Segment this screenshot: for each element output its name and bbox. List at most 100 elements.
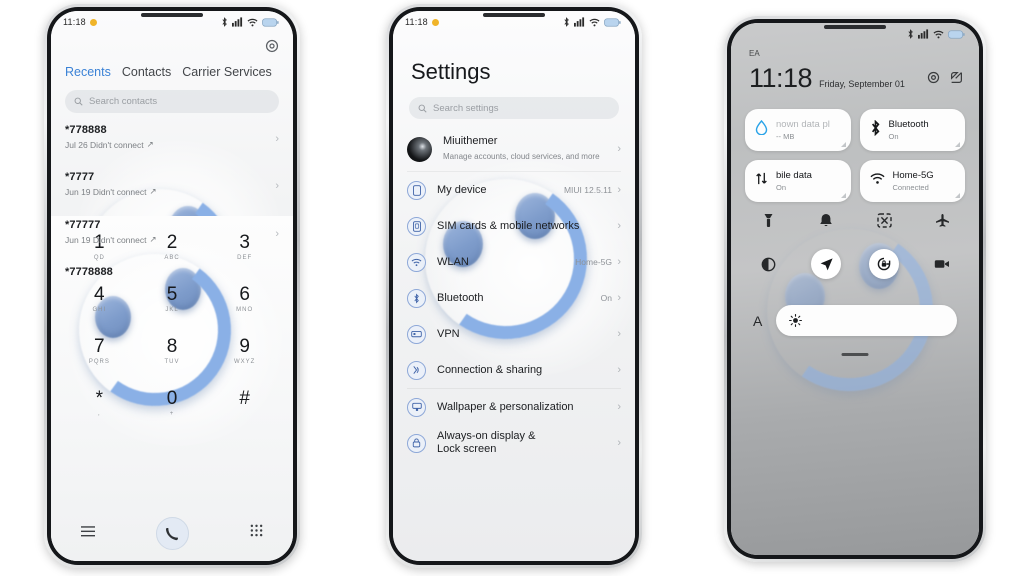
call-meta-text: Jun 19 Didn't connect [65, 234, 147, 245]
dialpad-key[interactable]: 6 MNO [208, 284, 281, 329]
brightness-slider[interactable] [776, 305, 957, 336]
tile-expand-corner[interactable] [840, 193, 846, 198]
rotation-lock-icon[interactable] [869, 249, 899, 279]
key-letters: MNO [236, 307, 254, 313]
vpn-icon [407, 324, 426, 344]
dialer-settings-button[interactable] [265, 39, 279, 58]
auto-brightness-label[interactable]: A [753, 313, 762, 329]
call-log-row[interactable]: *7777 Jun 19 Didn't connect ↗ › [51, 166, 293, 213]
gear-icon[interactable] [927, 71, 940, 89]
amber-dot-icon [89, 18, 97, 26]
sidebar-item-vpn[interactable]: VPN › [393, 316, 635, 352]
search-settings-input[interactable]: Search settings [409, 97, 619, 119]
sidebar-item-my-device[interactable]: My device MIUI 12.5.11 › [393, 172, 635, 208]
sidebar-item-wallpaper[interactable]: Wallpaper & personalization › [393, 389, 635, 425]
sidebar-item-connection-sharing[interactable]: Connection & sharing › [393, 352, 635, 388]
location-icon[interactable] [811, 249, 841, 279]
phone-bezel: 11:18 [47, 7, 297, 565]
item-label: SIM cards & mobile networks [437, 219, 580, 232]
search-icon [74, 97, 83, 106]
tile-expand-corner[interactable] [955, 193, 960, 198]
chevron-right-icon: › [275, 180, 279, 192]
gear-icon [265, 39, 279, 53]
bell-icon[interactable] [811, 205, 841, 235]
item-label: WLAN [437, 255, 469, 268]
flashlight-icon[interactable] [753, 205, 783, 235]
tile-bluetooth[interactable]: Bluetooth On [859, 109, 965, 151]
tile-subtitle: On [888, 132, 899, 141]
dialpad-key[interactable]: 5 JKL [136, 284, 209, 329]
battery-icon [948, 29, 965, 39]
tile-data-plan[interactable]: nown data pl -- MB [745, 109, 851, 151]
control-center-background [731, 23, 979, 555]
phone-bezel: EA 11:18 Friday, September 01 nown data … [727, 19, 983, 559]
sidebar-item-bluetooth[interactable]: Bluetooth On › [393, 280, 635, 316]
search-icon [418, 104, 427, 113]
tile-expand-corner[interactable] [840, 142, 846, 147]
key-digit: 9 [239, 336, 250, 357]
tab-recents[interactable]: Recents [65, 65, 111, 79]
search-placeholder: Search settings [433, 102, 499, 114]
chevron-right-icon: › [275, 133, 279, 145]
toggle-row-1 [753, 205, 957, 235]
recent-calls-list-continued: *77777 Jun 19 Didn't connect ↗ › *777888… [51, 214, 293, 279]
bluetooth-icon [563, 17, 570, 27]
settings-screen: 11:18 Settings Search settings Miuitheme… [393, 11, 635, 561]
tile-mobile-data[interactable]: bile data On [745, 160, 851, 202]
call-log-row[interactable]: *77777 Jun 19 Didn't connect ↗ › [51, 214, 293, 261]
call-button[interactable] [155, 516, 189, 550]
wifi-icon [407, 252, 426, 272]
sidebar-item-wlan[interactable]: WLAN Home-5G › [393, 244, 635, 280]
dialpad-key[interactable]: 7 PQRS [63, 336, 136, 381]
tile-title: Bluetooth [888, 119, 929, 130]
call-log-row[interactable]: *778888 Jul 26 Didn't connect ↗ › [51, 119, 293, 166]
keypad-icon[interactable] [250, 524, 263, 542]
status-time: 11:18 [405, 17, 428, 27]
screenshot-icon[interactable] [869, 205, 899, 235]
dialpad-key[interactable]: # [208, 388, 281, 433]
key-letters: PQRS [88, 359, 110, 365]
tile-expand-corner[interactable] [955, 142, 960, 147]
lock-icon [407, 433, 426, 453]
tile-wifi[interactable]: Home-5G Connected [859, 160, 965, 202]
control-center-phone: EA 11:18 Friday, September 01 nown data … [724, 16, 986, 562]
wifi-icon [933, 30, 944, 39]
screen-recorder-icon[interactable] [927, 249, 957, 279]
call-log-row-clipped[interactable]: *7778888 [51, 261, 293, 279]
amber-dot-icon [431, 18, 439, 26]
chevron-right-icon: › [617, 437, 621, 449]
outgoing-arrow-icon: ↗ [146, 139, 154, 149]
dialpad-key[interactable]: 4 GHI [63, 284, 136, 329]
dialpad-key[interactable]: 0 + [136, 388, 209, 433]
bluetooth-icon [221, 17, 228, 27]
airplane-icon[interactable] [927, 205, 957, 235]
sidebar-item-always-on-display[interactable]: Always-on display & Lock screen › [393, 425, 635, 461]
dialpad-key[interactable]: 9 WXYZ [208, 336, 281, 381]
drag-handle[interactable] [841, 353, 869, 356]
dialpad-key[interactable]: 8 TUV [136, 336, 209, 381]
dark-mode-icon[interactable] [753, 249, 783, 279]
edit-icon[interactable] [950, 71, 963, 89]
tile-title: bile data [776, 170, 812, 181]
chevron-right-icon: › [617, 292, 621, 304]
search-contacts-input[interactable]: Search contacts [65, 90, 279, 113]
mobile-data-icon [755, 171, 768, 191]
sidebar-item-sim-cards[interactable]: SIM cards & mobile networks › [393, 208, 635, 244]
menu-icon[interactable] [81, 524, 96, 542]
tab-carrier-services[interactable]: Carrier Services [182, 65, 272, 79]
profile-avatar [407, 136, 432, 162]
signal-icon [232, 17, 243, 27]
key-digit: 4 [94, 284, 105, 305]
tab-contacts[interactable]: Contacts [122, 65, 171, 79]
call-number: *7778888 [65, 266, 113, 278]
settings-list: Miuithemer Manage accounts, cloud servic… [393, 127, 635, 561]
clock-date: Friday, September 01 [819, 79, 905, 89]
phone-call-icon [165, 527, 178, 540]
call-meta-text: Jul 26 Didn't connect [65, 139, 144, 150]
settings-account-row[interactable]: Miuithemer Manage accounts, cloud servic… [393, 127, 635, 171]
bluetooth-icon [407, 288, 426, 308]
dialer-screen: 11:18 Recents Contacts Carrier Services … [51, 11, 293, 561]
bluetooth-icon [907, 29, 914, 39]
key-letters: WXYZ [233, 359, 256, 365]
dialpad-key[interactable]: *, [63, 388, 136, 433]
